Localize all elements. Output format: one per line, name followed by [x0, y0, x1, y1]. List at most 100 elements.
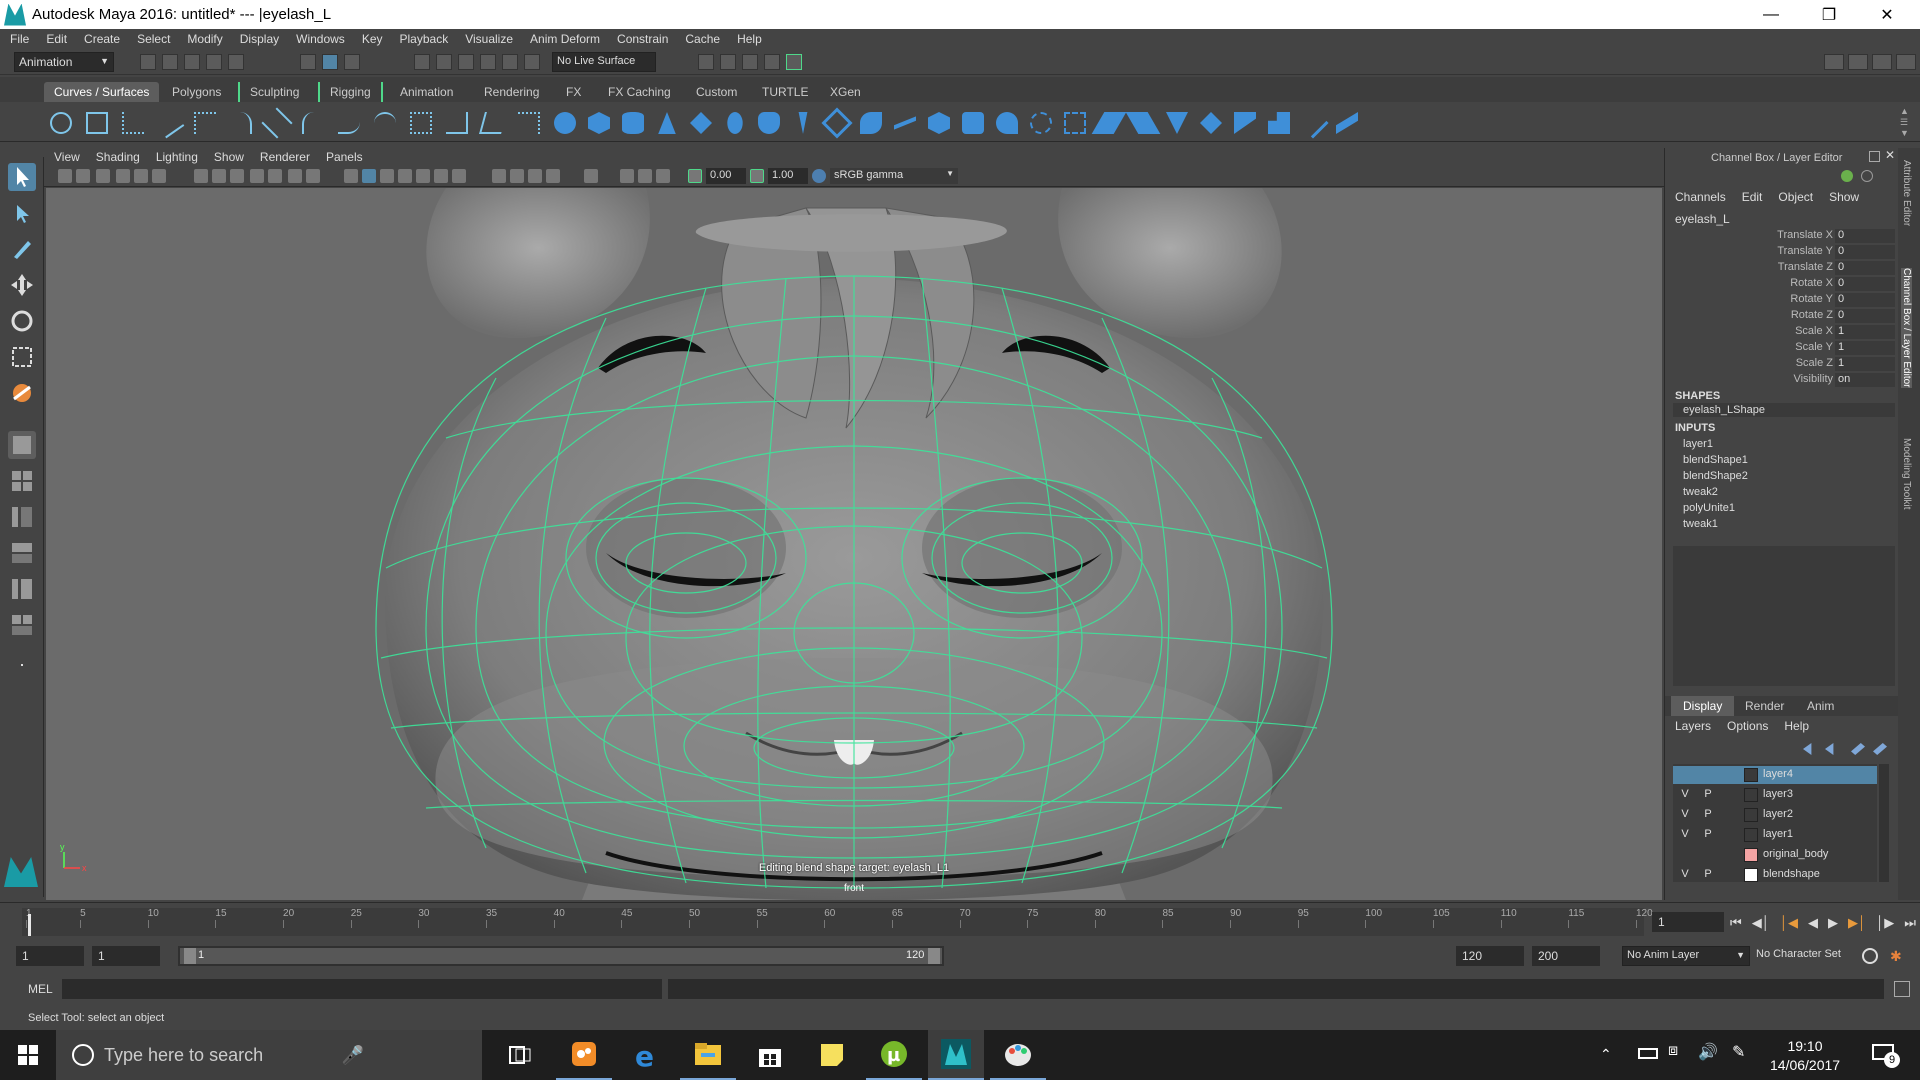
layer-playback-toggle[interactable]	[1700, 847, 1716, 862]
tool-settings-toggle-icon[interactable]	[1872, 54, 1892, 70]
menu-modify[interactable]: Modify	[187, 32, 222, 46]
gamma-field[interactable]: 1.00	[768, 168, 808, 184]
attr-value[interactable]: 0	[1835, 309, 1895, 323]
bezier-curve-icon[interactable]	[230, 112, 252, 134]
nurbs-cube-icon[interactable]	[588, 112, 610, 134]
float-panel-icon[interactable]	[1869, 151, 1880, 162]
shelf-tab-fx-caching[interactable]: FX Caching	[598, 82, 681, 102]
attr-value[interactable]: 0	[1835, 261, 1895, 275]
attr-scale-z[interactable]: Scale Z1	[1665, 357, 1899, 372]
viewport-menu-view[interactable]: View	[54, 150, 80, 164]
layer-menu-layers[interactable]: Layers	[1675, 719, 1711, 733]
playback-end-field[interactable]: 120	[1456, 946, 1524, 966]
offset-curve-icon[interactable]	[446, 112, 468, 134]
ipr-render-icon[interactable]	[742, 54, 758, 70]
paint-app-icon[interactable]	[990, 1030, 1046, 1080]
layer-row[interactable]: original_body	[1673, 846, 1877, 864]
shelf-tab-fx[interactable]: FX	[556, 82, 591, 102]
layer-name[interactable]: layer1	[1763, 828, 1793, 840]
planar-icon[interactable]	[821, 107, 853, 139]
safe-title-icon[interactable]	[306, 169, 320, 183]
render-view-icon[interactable]	[698, 54, 714, 70]
snap-grid-icon[interactable]	[414, 54, 430, 70]
close-panel-icon[interactable]: ✕	[1885, 148, 1895, 162]
attr-translate-x[interactable]: Translate X0	[1665, 229, 1899, 244]
layer-row[interactable]: V Pblendshape	[1673, 866, 1877, 884]
shadows-icon[interactable]	[452, 169, 466, 183]
redo-icon[interactable]	[228, 54, 244, 70]
color-space-dropdown[interactable]: sRGB gamma ▼	[830, 168, 958, 184]
birail-icon[interactable]	[894, 116, 916, 130]
extend-curve-icon[interactable]	[374, 112, 396, 134]
menu-visualize[interactable]: Visualize	[465, 32, 513, 46]
input-node-tweak1[interactable]: tweak1	[1683, 518, 1718, 530]
menu-create[interactable]: Create	[84, 32, 120, 46]
wireframe-on-shaded-icon[interactable]	[398, 169, 412, 183]
motion-blur-icon[interactable]	[510, 169, 524, 183]
exposure-icon[interactable]	[688, 169, 702, 183]
shelf-tab-turtle[interactable]: TURTLE	[752, 82, 818, 102]
nurbs-cone-icon[interactable]	[658, 112, 676, 134]
detach-curves-icon[interactable]	[338, 112, 360, 134]
last-tool-icon[interactable]	[8, 379, 36, 407]
nurbs-sphere-icon[interactable]	[554, 112, 576, 134]
microphone-icon[interactable]: 🎤	[342, 1045, 364, 1066]
viewport-menu-show[interactable]: Show	[214, 150, 244, 164]
menu-cache[interactable]: Cache	[685, 32, 720, 46]
render-frame-icon[interactable]	[720, 54, 736, 70]
select-hierarchy-icon[interactable]	[300, 54, 316, 70]
sculpt-surface-icon[interactable]	[1297, 107, 1329, 139]
attr-scale-x[interactable]: Scale X1	[1665, 325, 1899, 340]
attach-surfaces-icon[interactable]	[1091, 112, 1127, 134]
layer-name[interactable]: layer2	[1763, 808, 1793, 820]
layer-playback-toggle[interactable]: P	[1700, 867, 1716, 882]
rebuild-curve-icon[interactable]	[479, 112, 507, 134]
project-curve-icon[interactable]	[518, 112, 540, 134]
character-set-dropdown[interactable]: No Character Set	[1752, 946, 1862, 966]
paint-select-tool-icon[interactable]	[8, 235, 36, 263]
insert-knot-icon[interactable]	[410, 112, 432, 134]
screen-space-ao-icon[interactable]	[492, 169, 506, 183]
nurbs-plane-icon[interactable]	[690, 112, 712, 134]
live-surface-field[interactable]: No Live Surface	[552, 52, 656, 72]
attr-scale-y[interactable]: Scale Y1	[1665, 341, 1899, 356]
extrude-icon[interactable]	[860, 112, 882, 134]
hypershade-icon[interactable]	[786, 54, 802, 70]
multisample-aa-icon[interactable]	[528, 169, 542, 183]
layer-row[interactable]: V Player3	[1673, 786, 1877, 804]
layer-tab-display[interactable]: Display	[1671, 696, 1735, 716]
layer-visibility-toggle[interactable]: V	[1677, 827, 1693, 842]
layer-color-swatch[interactable]	[1744, 788, 1758, 802]
shelf-tab-animation[interactable]: Animation	[390, 82, 463, 102]
wifi-icon[interactable]: ⧈	[1668, 1042, 1678, 1060]
layer-color-swatch[interactable]	[1744, 808, 1758, 822]
shelf-tab-xgen[interactable]: XGen	[820, 82, 871, 102]
range-slider-handle[interactable]	[180, 948, 942, 964]
snap-curve-icon[interactable]	[436, 54, 452, 70]
step-forward-frame-icon[interactable]: ▶│	[1848, 915, 1866, 931]
range-start-field[interactable]: 1	[16, 946, 84, 966]
attr-visibility[interactable]: Visibility on	[1665, 373, 1899, 388]
channel-box-keyed-icon[interactable]	[1841, 170, 1853, 182]
action-center-icon[interactable]: 9	[1872, 1042, 1900, 1068]
pen-workspace-icon[interactable]: ✎	[1732, 1042, 1745, 1062]
select-tool-icon[interactable]	[8, 163, 36, 191]
step-back-key-icon[interactable]: ◀│	[1752, 915, 1770, 931]
attr-translate-y[interactable]: Translate Y0	[1665, 245, 1899, 260]
layer-playback-toggle[interactable]	[1700, 767, 1716, 782]
close-button[interactable]: ✕	[1858, 0, 1916, 29]
menu-display[interactable]: Display	[240, 32, 279, 46]
x-ray-active-icon[interactable]	[638, 169, 652, 183]
move-tool-icon[interactable]	[8, 271, 36, 299]
shelf-tab-custom[interactable]: Custom	[686, 82, 747, 102]
attr-value[interactable]: on	[1835, 373, 1895, 387]
snap-vertex-icon[interactable]	[524, 54, 540, 70]
layer-visibility-toggle[interactable]: V	[1677, 807, 1693, 822]
input-node-blendshape2[interactable]: blendShape2	[1683, 470, 1748, 482]
range-slider-start-grip[interactable]	[184, 948, 196, 964]
layer-playback-toggle[interactable]: P	[1700, 787, 1716, 802]
layer-color-swatch[interactable]	[1744, 768, 1758, 782]
script-language-toggle[interactable]: MEL	[28, 982, 53, 996]
four-pane-layout-icon[interactable]	[8, 467, 36, 495]
windows-store-icon[interactable]	[742, 1030, 798, 1080]
